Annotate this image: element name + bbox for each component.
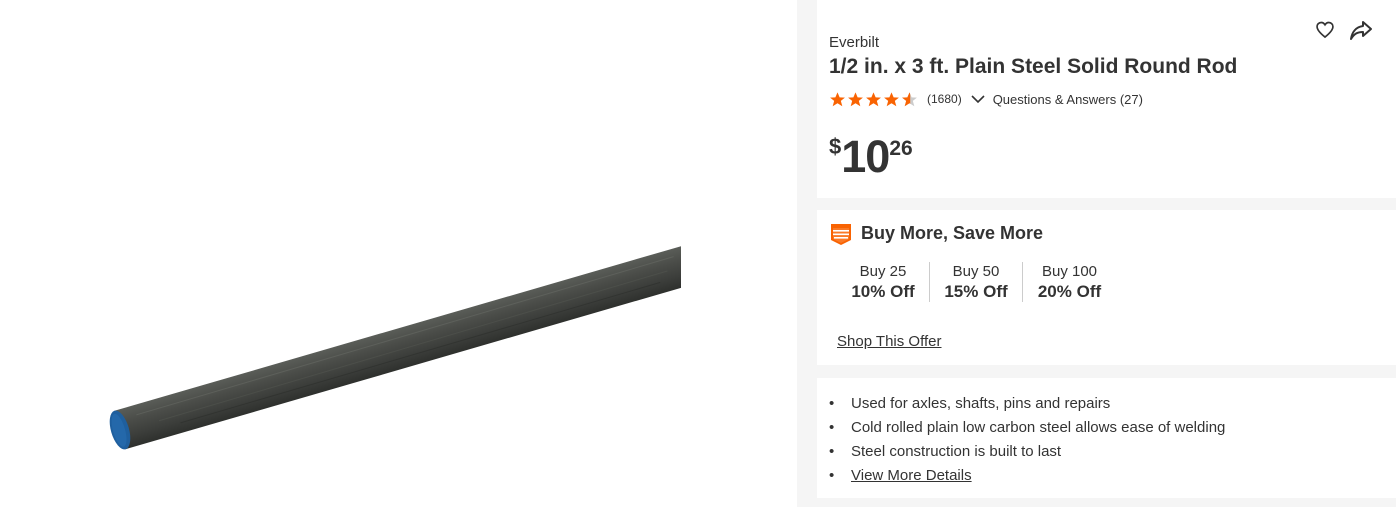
price-cents: 26: [889, 137, 913, 160]
tier-quantity: Buy 100: [1041, 263, 1098, 280]
rating-summary[interactable]: (1680) Questions & Answers (27): [829, 90, 1143, 108]
discount-tier: Buy 50 15% Off: [930, 262, 1023, 302]
product-highlights-card: Used for axles, shafts, pins and repairs…: [817, 378, 1396, 498]
discount-tiers: Buy 25 10% Off Buy 50 15% Off Buy 100 20…: [837, 262, 1116, 302]
star-full-icon: [848, 91, 863, 106]
product-price: $ 10 26: [829, 134, 913, 179]
discount-tier: Buy 25 10% Off: [837, 262, 930, 302]
tier-discount: 15% Off: [944, 282, 1008, 301]
highlights-list: Used for axles, shafts, pins and repairs…: [829, 392, 1225, 488]
product-title: 1/2 in. x 3 ft. Plain Steel Solid Round …: [829, 55, 1238, 78]
share-icon[interactable]: [1349, 18, 1373, 42]
tier-discount: 10% Off: [851, 282, 915, 301]
view-more-details-link[interactable]: View More Details: [851, 467, 972, 484]
highlight-item: Steel construction is built to last: [829, 440, 1225, 464]
price-currency: $: [829, 134, 842, 159]
heart-icon[interactable]: [1315, 20, 1335, 40]
discount-tier: Buy 100 20% Off: [1023, 262, 1116, 302]
bmsm-title: Buy More, Save More: [861, 223, 1044, 243]
brand-name[interactable]: Everbilt: [829, 34, 879, 51]
tier-quantity: Buy 50: [952, 263, 1000, 280]
shop-this-offer-link[interactable]: Shop This Offer: [837, 333, 942, 350]
tier-discount: 20% Off: [1037, 282, 1102, 301]
rating-count[interactable]: (1680): [927, 92, 962, 106]
star-full-icon: [866, 91, 881, 106]
star-full-icon: [830, 91, 845, 106]
product-details-panel: Everbilt 1/2 in. x 3 ft. Plain Steel Sol…: [797, 0, 1396, 507]
tier-quantity: Buy 25: [859, 263, 907, 280]
product-header-card: Everbilt 1/2 in. x 3 ft. Plain Steel Sol…: [817, 0, 1396, 198]
highlight-item: Cold rolled plain low carbon steel allow…: [829, 416, 1225, 440]
star-rating: [829, 91, 919, 108]
questions-answers-link[interactable]: Questions & Answers (27): [993, 92, 1143, 107]
star-full-icon: [884, 91, 899, 106]
save-more-badge-icon: [831, 224, 851, 245]
highlight-item: Used for axles, shafts, pins and repairs: [829, 392, 1225, 416]
product-media: [0, 0, 797, 507]
price-dollars: 10: [841, 131, 890, 182]
view-more-details-item: View More Details: [829, 464, 1225, 488]
chevron-down-icon[interactable]: [970, 91, 986, 107]
buy-more-save-more-card: Buy More, Save More Buy 25 10% Off Buy 5…: [817, 210, 1396, 365]
product-image[interactable]: [0, 0, 797, 507]
star-half-icon: [902, 91, 917, 106]
